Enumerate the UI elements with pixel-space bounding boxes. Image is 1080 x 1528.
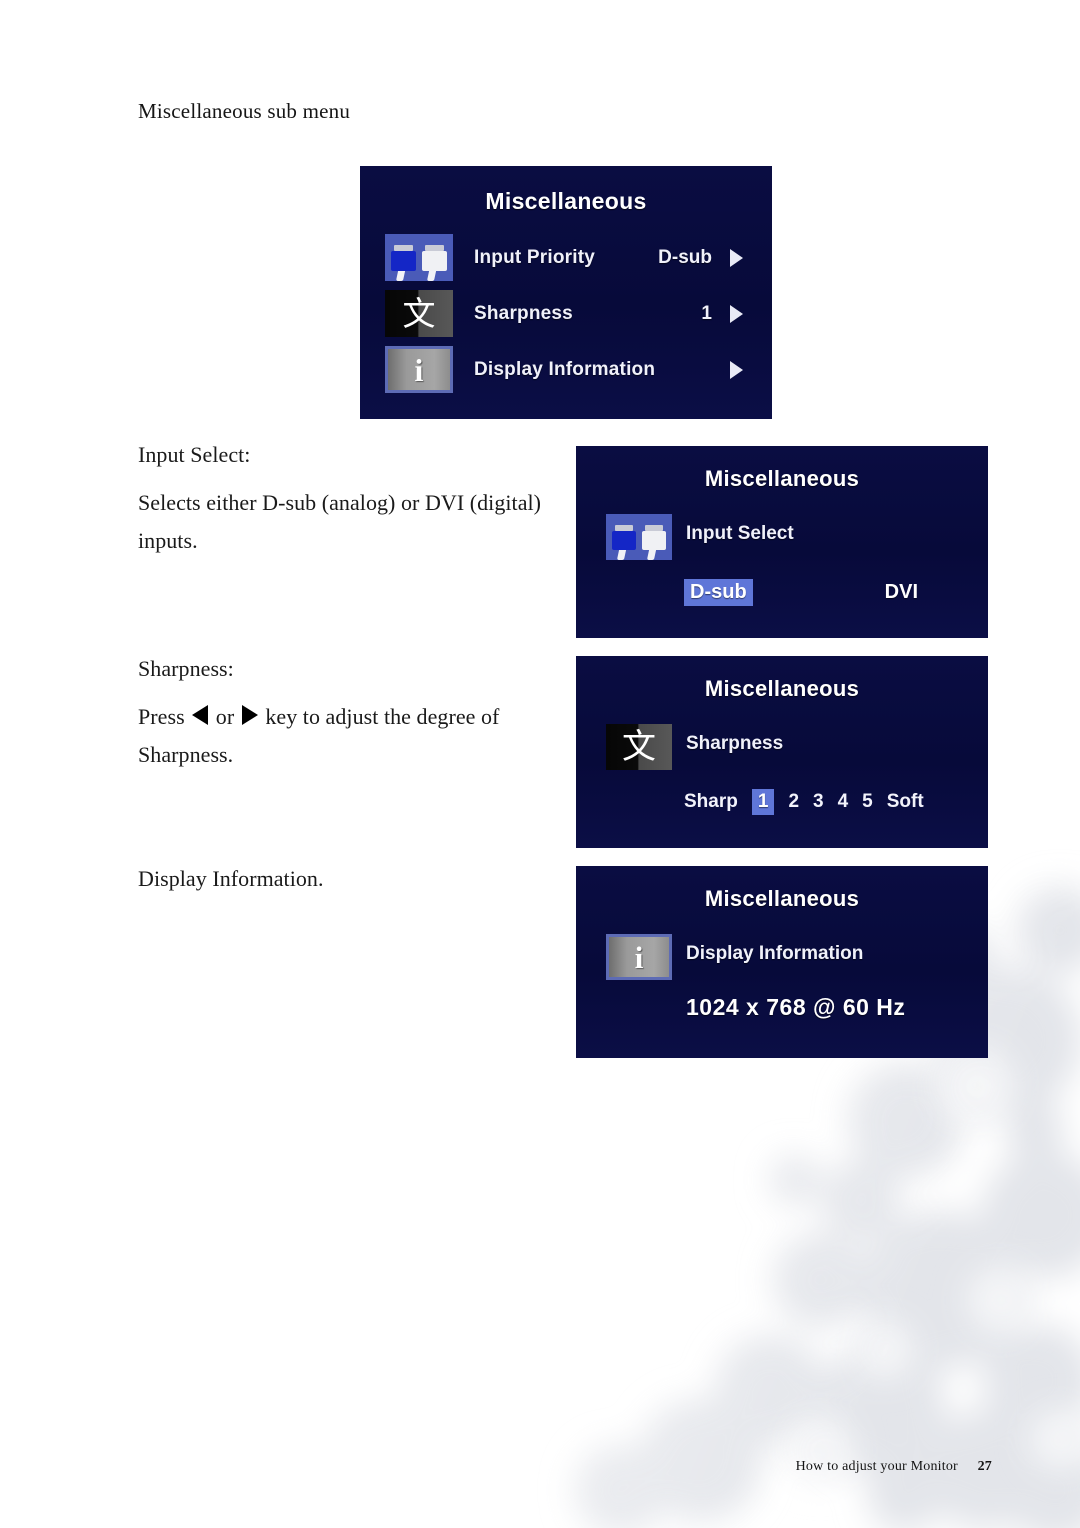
scale-level-3[interactable]: 3 [813, 791, 824, 813]
scale-level-2[interactable]: 2 [788, 791, 799, 813]
page-content: Miscellaneous sub menu Miscellaneous Inp… [0, 0, 1080, 1528]
information-icon: i [385, 346, 453, 393]
information-icon: i [606, 934, 672, 980]
osd-row-value: 1 [701, 302, 712, 324]
osd-sharpness-scale: Sharp 1 2 3 4 5 Soft [684, 789, 968, 815]
scale-label-sharp: Sharp [684, 791, 738, 812]
chevron-right-icon[interactable] [730, 248, 756, 267]
scale-label-soft: Soft [886, 791, 924, 812]
osd-row-value: D-sub [658, 246, 712, 268]
scale-level-4[interactable]: 4 [838, 791, 849, 813]
osd-display-information-label: Display Information [686, 943, 864, 964]
osd-row-sharpness[interactable]: 文 Sharpness 1 [385, 286, 756, 341]
option-dvi[interactable]: DVI [879, 579, 924, 606]
option-dsub[interactable]: D-sub [684, 579, 753, 606]
chevron-right-icon[interactable] [730, 360, 756, 379]
input-connectors-icon [385, 234, 453, 281]
chevron-right-icon[interactable] [730, 304, 756, 323]
sharpness-description: Sharpness: Press or key to adjust the de… [138, 650, 558, 774]
page-footer: How to adjust your Monitor 27 [796, 1459, 992, 1475]
scale-level-5[interactable]: 5 [862, 791, 873, 813]
sharpness-glyph-icon: 文 [606, 724, 672, 770]
sharpness-glyph-icon: 文 [385, 290, 453, 337]
page-number: 27 [977, 1459, 992, 1474]
osd-input-select-title: Miscellaneous [704, 466, 860, 491]
sharpness-heading: Sharpness: [138, 656, 234, 681]
input-select-heading: Input Select: [138, 442, 251, 467]
display-information-heading: Display Information. [138, 866, 324, 891]
information-glyph: i [414, 351, 424, 388]
osd-resolution-value: 1024 x 768 @ 60 Hz [686, 994, 906, 1020]
osd-main-title: Miscellaneous [485, 188, 647, 214]
display-information-description: Display Information. [138, 860, 558, 898]
osd-sharpness-label: Sharpness [686, 733, 784, 754]
osd-input-select-options: D-sub DVI [684, 579, 968, 606]
page-title: Miscellaneous sub menu [138, 99, 351, 123]
osd-row-label: Display Information [474, 358, 656, 380]
sharpness-glyph: 文 [402, 294, 436, 333]
left-arrow-icon [192, 705, 209, 725]
osd-input-select-panel: Miscellaneous Input Select D-sub DVI [576, 446, 988, 638]
osd-row-label: Sharpness [474, 302, 573, 324]
input-select-description: Input Select: Selects either D-sub (anal… [138, 436, 558, 560]
osd-row-input-priority[interactable]: Input Priority D-sub [385, 230, 756, 285]
sharpness-text-b: or [210, 704, 240, 729]
osd-display-information-panel: Miscellaneous i Display Information 1024… [576, 866, 988, 1058]
right-arrow-icon [241, 705, 258, 725]
osd-main-menu: Miscellaneous Input Priority D-sub 文 Sha… [360, 166, 772, 419]
input-connectors-icon [606, 514, 672, 560]
footer-chapter: How to adjust your Monitor [795, 1459, 958, 1474]
osd-sharpness-panel: Miscellaneous 文 Sharpness Sharp 1 2 3 4 … [576, 656, 988, 848]
sharpness-text: Press or key to adjust the degree of Sha… [138, 698, 558, 774]
osd-display-information-title: Miscellaneous [704, 886, 860, 911]
osd-sharpness-title: Miscellaneous [704, 676, 860, 701]
input-select-text: Selects either D-sub (analog) or DVI (di… [138, 490, 542, 553]
information-glyph: i [634, 939, 644, 975]
osd-row-label: Input Priority [474, 246, 596, 268]
sharpness-glyph: 文 [622, 727, 656, 767]
sharpness-text-a: Press [138, 704, 191, 729]
osd-row-display-information[interactable]: i Display Information [385, 342, 756, 397]
osd-input-select-label: Input Select [686, 523, 794, 544]
scale-level-1[interactable]: 1 [751, 789, 775, 815]
